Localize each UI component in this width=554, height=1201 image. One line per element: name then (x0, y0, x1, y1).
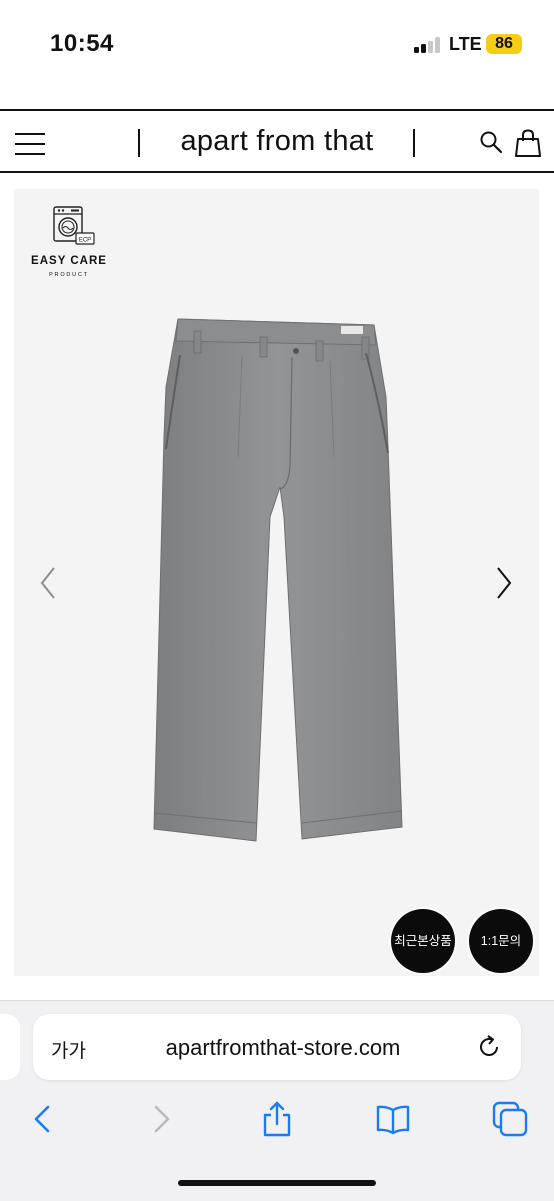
text-size-button[interactable]: 가가 (51, 1036, 86, 1063)
forward-icon[interactable] (144, 1101, 180, 1137)
next-image-arrow-icon[interactable] (492, 565, 516, 601)
home-indicator[interactable] (178, 1180, 376, 1186)
recently-viewed-button[interactable]: 최근본상품 (391, 909, 455, 973)
inquiry-button[interactable]: 1:1문의 (469, 909, 533, 973)
shopping-bag-icon[interactable] (515, 129, 541, 157)
signal-strength-icon (414, 37, 442, 53)
product-image-carousel[interactable]: ECP EASY CARE PRODUCT 최근본상품 1:1문의 (14, 189, 539, 976)
header-divider-left (138, 129, 140, 157)
reload-icon[interactable] (476, 1034, 502, 1060)
status-bar: 10:54 LTE 86 (0, 0, 554, 90)
network-type: LTE (449, 34, 482, 54)
battery-indicator: 86 (486, 34, 522, 54)
washing-machine-icon: ECP (53, 206, 95, 245)
badge-icon-text: ECP (79, 238, 91, 244)
back-icon[interactable] (26, 1101, 62, 1137)
browser-toolbar: 가가 apartfromthat-store.com (0, 1000, 554, 1201)
badge-title: EASY CARE (31, 255, 107, 267)
header-divider-right (413, 129, 415, 157)
easy-care-badge: ECP EASY CARE PRODUCT (30, 205, 108, 285)
previous-tab-preview[interactable] (0, 1014, 20, 1080)
tabs-icon[interactable] (492, 1101, 528, 1137)
share-icon[interactable] (259, 1101, 295, 1137)
url-text[interactable]: apartfromthat-store.com (113, 1035, 453, 1061)
product-pants-image (153, 318, 403, 842)
badge-subtitle: PRODUCT (49, 272, 89, 278)
search-icon[interactable] (479, 130, 503, 154)
previous-image-arrow-icon[interactable] (36, 565, 60, 601)
site-header: apart from that (0, 109, 554, 173)
bookmarks-icon[interactable] (375, 1101, 411, 1137)
address-bar[interactable]: 가가 apartfromthat-store.com (33, 1014, 521, 1080)
brand-logo[interactable]: apart from that (150, 125, 404, 158)
status-time: 10:54 (50, 30, 114, 57)
menu-icon[interactable] (15, 133, 45, 155)
